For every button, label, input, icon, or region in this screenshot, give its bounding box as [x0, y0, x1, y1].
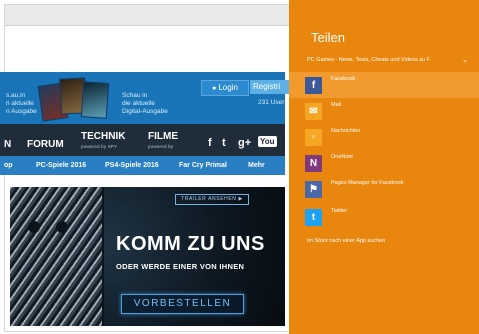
facebook-icon[interactable]: f: [208, 137, 212, 149]
skull-eye: [28, 221, 40, 233]
sub-nav-item-pc-spiele[interactable]: PC-Spiele 2016: [36, 162, 86, 169]
share-target-onenote[interactable]: N OneNote: [289, 150, 479, 176]
nav-filme-sub: powered by: [148, 144, 174, 149]
share-target-label: Mail: [331, 102, 342, 108]
googleplus-icon[interactable]: g+: [238, 137, 251, 149]
chevron-down-icon[interactable]: ⌄: [462, 56, 468, 64]
nav-filme-label: FILME: [148, 131, 178, 142]
skull-artwork: [10, 187, 104, 326]
sub-nav-item-mehr[interactable]: Mehr: [248, 162, 265, 169]
share-target-label: OneNote: [331, 154, 354, 160]
browser-toolbar: [5, 5, 290, 26]
nav-technik-label: TECHNIK: [81, 131, 126, 142]
messaging-icon: ▫: [305, 129, 322, 146]
twitter-icon: t: [305, 209, 322, 226]
sub-nav-item-far-cry[interactable]: Far Cry Primal: [179, 162, 227, 169]
onenote-icon: N: [305, 155, 322, 172]
digital-edition-text[interactable]: Schau in die aktuelle Digital-Ausgabe: [122, 92, 186, 116]
nav-technik-sub: powered by SPY: [81, 144, 118, 149]
header-left-text: s.au.in n aktuelle n Ausgabe: [6, 92, 37, 115]
store-search-link[interactable]: Im Store nach einer App suchen: [307, 238, 385, 244]
sub-nav-item[interactable]: op: [4, 162, 13, 169]
magazine-covers[interactable]: [37, 76, 110, 122]
trailer-link[interactable]: TRAILER ANSEHEN ▶: [175, 194, 249, 205]
login-label: Login: [218, 83, 238, 92]
share-target-label: Nachrichten: [331, 128, 361, 134]
share-source-dropdown[interactable]: PC Games - News, Tests, Cheats und Video…: [307, 57, 461, 63]
preorder-button[interactable]: VORBESTELLEN: [121, 294, 244, 314]
share-target-messaging[interactable]: ▫ Nachrichten: [289, 124, 479, 150]
share-target-facebook[interactable]: f Facebook: [289, 72, 479, 98]
nav-item-technik[interactable]: TECHNIK powered by SPY: [81, 132, 125, 152]
share-target-label: Facebook: [331, 76, 356, 82]
share-target-pages-manager[interactable]: ⚑ Pages Manager for Facebook: [289, 176, 479, 202]
skull-eye: [56, 221, 68, 233]
pages-manager-icon: ⚑: [305, 181, 322, 198]
register-button[interactable]: Registri: [250, 80, 289, 94]
share-target-label: Pages Manager for Facebook: [331, 180, 404, 186]
share-target-label: Twitter: [331, 208, 348, 214]
user-icon: ●: [212, 85, 217, 92]
banner-headline: KOMM ZU UNS: [116, 233, 265, 255]
nav-item-partial[interactable]: N: [4, 139, 11, 150]
share-target-mail[interactable]: ✉ Mail: [289, 98, 479, 124]
users-online-text: 231 User: [258, 99, 285, 106]
banner-subheadline: ODER WERDE EINER VON IHNEN: [116, 262, 245, 271]
mail-icon: ✉: [305, 103, 322, 120]
sub-nav-item-ps4-spiele[interactable]: PS4-Spiele 2016: [105, 162, 159, 169]
facebook-icon: f: [305, 77, 322, 94]
share-target-twitter[interactable]: t Twitter: [289, 204, 479, 230]
nav-item-filme[interactable]: FILME powered by: [148, 132, 178, 152]
nav-item-forum[interactable]: FORUM: [27, 139, 64, 150]
youtube-icon[interactable]: You: [258, 136, 277, 147]
login-button[interactable]: ● Login: [201, 80, 249, 96]
share-title: Teilen: [311, 30, 345, 45]
twitter-icon[interactable]: t: [222, 137, 226, 149]
magazine-cover[interactable]: [80, 81, 110, 119]
